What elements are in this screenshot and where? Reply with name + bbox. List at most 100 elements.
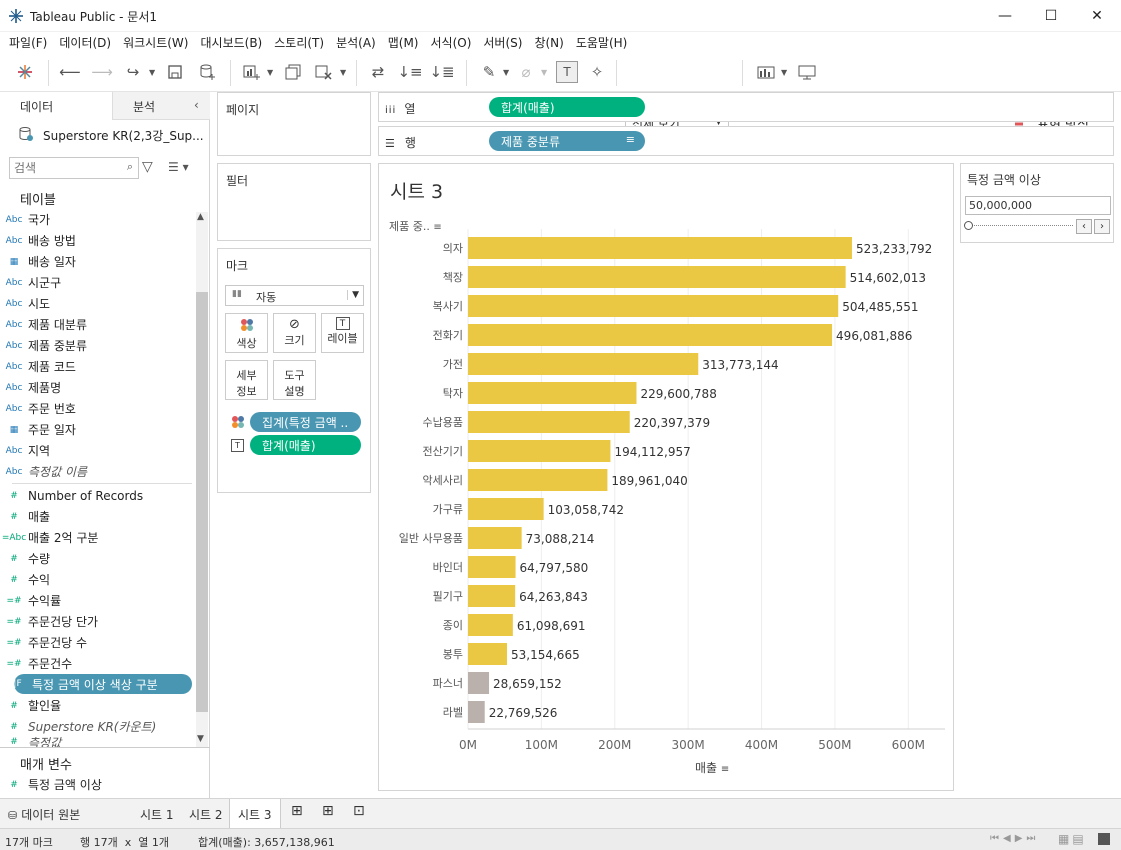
duplicate-sheet-icon[interactable]	[282, 61, 304, 83]
new-datasource-icon[interactable]	[196, 61, 218, 83]
redo-icon[interactable]: ⟶	[91, 61, 113, 83]
clear-sheet-icon[interactable]	[312, 61, 334, 83]
filters-card[interactable]: 필터	[217, 163, 371, 241]
sort-descending-icon[interactable]: ↓≣	[429, 61, 454, 83]
menu-story[interactable]: 스토리(T)	[269, 32, 329, 52]
bar[interactable]	[468, 295, 839, 317]
columns-pill[interactable]: 합계(매출)	[489, 97, 645, 117]
category-label[interactable]: 의자	[443, 242, 463, 255]
save-icon[interactable]	[164, 61, 186, 83]
replay-icon[interactable]: ↪	[122, 61, 144, 83]
size-mark-button[interactable]: ⊘ 크기	[273, 313, 316, 353]
parameter-value-input[interactable]: 50,000,000	[965, 196, 1111, 215]
field-price-per-order[interactable]: =# 주문건당 단가	[0, 611, 196, 632]
columns-shelf[interactable]: iii 열 합계(매출)	[378, 92, 1114, 122]
mark-type-dropdown[interactable]: ▮▮ 자동 ▼	[225, 285, 364, 306]
search-input[interactable]	[14, 159, 114, 177]
category-label[interactable]: 필기구	[433, 590, 463, 603]
tab-datasource[interactable]: ⛁ 데이터 원본	[0, 799, 130, 829]
parameter-decrement-button[interactable]: ‹	[1076, 219, 1092, 234]
category-label[interactable]: 수납용품	[423, 416, 463, 429]
color-mark-button[interactable]: 색상	[225, 313, 268, 353]
collapse-pane-icon[interactable]: ‹	[194, 98, 199, 112]
category-label[interactable]: 파스너	[433, 677, 463, 690]
category-label[interactable]: 전산기기	[423, 445, 463, 458]
group-members-icon[interactable]: ⌀	[515, 61, 537, 83]
param-threshold[interactable]: # 특정 금액 이상	[0, 774, 196, 795]
label-mark-button[interactable]: T 레이블	[321, 313, 364, 353]
new-dashboard-icon[interactable]: ⊞	[314, 799, 342, 829]
field-country[interactable]: Abc 국가	[0, 209, 196, 230]
fields-scrollbar-thumb[interactable]	[196, 292, 208, 712]
field-ship-date[interactable]: ▦ 배송 일자	[0, 251, 196, 272]
menu-file[interactable]: 파일(F)	[4, 32, 52, 52]
menu-server[interactable]: 서버(S)	[478, 32, 527, 52]
field-measure-values[interactable]: # 측정값	[0, 737, 196, 747]
field-product-name[interactable]: Abc 제품명	[0, 377, 196, 398]
bar[interactable]	[468, 527, 522, 549]
field-order-id[interactable]: Abc 주문 번호	[0, 398, 196, 419]
fix-axes-icon[interactable]: ✧	[586, 61, 608, 83]
bar[interactable]	[468, 556, 516, 578]
field-subcategory[interactable]: Abc 제품 중분류	[0, 335, 196, 356]
scroll-up-icon[interactable]: ▲	[197, 212, 204, 222]
close-button[interactable]: ✕	[1074, 0, 1120, 32]
menu-dashboard[interactable]: 대시보드(B)	[195, 32, 267, 52]
scroll-down-icon[interactable]: ▼	[197, 734, 204, 744]
menu-map[interactable]: 맵(M)	[383, 32, 424, 52]
filter-icon[interactable]: ▽	[142, 159, 153, 175]
menu-worksheet[interactable]: 워크시트(W)	[118, 32, 193, 52]
rows-pill[interactable]: 제품 중분류 ≡	[489, 131, 645, 151]
bar[interactable]	[468, 237, 852, 259]
page-navigation-icons[interactable]: ⏮◀▶⏭	[990, 833, 1039, 844]
bar[interactable]	[468, 324, 833, 346]
category-label[interactable]: 전화기	[433, 329, 463, 342]
field-profit[interactable]: # 수익	[0, 569, 196, 590]
tableau-home-icon[interactable]	[14, 61, 36, 83]
parameter-slider-track[interactable]	[969, 225, 1073, 226]
tooltip-mark-button[interactable]: 도구 설명	[273, 360, 316, 400]
bar[interactable]	[468, 672, 490, 694]
new-worksheet-icon[interactable]	[240, 61, 262, 83]
show-cards-icon[interactable]	[755, 61, 777, 83]
field-quantity[interactable]: # 수량	[0, 548, 196, 569]
field-qty-per-order[interactable]: =# 주문건당 수	[0, 632, 196, 653]
new-worksheet-icon[interactable]: ⊞	[283, 799, 311, 829]
rows-shelf[interactable]: ☰ 행 제품 중분류 ≡	[378, 126, 1114, 156]
swap-rows-columns-icon[interactable]: ⇄	[367, 61, 389, 83]
bar[interactable]	[468, 440, 611, 462]
marks-label-pill[interactable]: 합계(매출)	[250, 435, 361, 455]
menu-format[interactable]: 서식(O)	[426, 32, 477, 52]
menu-analysis[interactable]: 분석(A)	[331, 32, 381, 52]
category-label[interactable]: 일반 사무용품	[399, 531, 463, 545]
highlight-icon[interactable]: ✎	[478, 61, 500, 83]
marks-color-pill[interactable]: 집계(특정 금액 ..	[250, 412, 361, 432]
undo-icon[interactable]: ⟵	[59, 61, 81, 83]
field-sales[interactable]: # 매출	[0, 506, 196, 527]
category-label[interactable]: 악세사리	[423, 474, 463, 487]
category-label[interactable]: 가전	[443, 358, 463, 371]
category-label[interactable]: 라벨	[443, 706, 463, 719]
maximize-button[interactable]: ☐	[1028, 0, 1074, 32]
sort-ascending-icon[interactable]: ↓≡	[397, 61, 422, 83]
field-discount[interactable]: # 할인율	[0, 695, 196, 716]
category-label[interactable]: 종이	[443, 619, 463, 632]
bar[interactable]	[468, 585, 516, 607]
view-options-icon[interactable]: ☰ ▾	[168, 160, 189, 174]
field-city[interactable]: Abc 시군구	[0, 272, 196, 293]
field-ship-mode[interactable]: Abc 배송 방법	[0, 230, 196, 251]
view-mode-icons[interactable]: ▦▤	[1058, 832, 1087, 846]
new-story-icon[interactable]: ⊡	[345, 799, 373, 829]
parameter-slider-handle[interactable]	[964, 221, 973, 230]
field-order-count[interactable]: =# 주문건수	[0, 653, 196, 674]
field-record-count[interactable]: # Superstore KR(카운트)	[0, 716, 196, 737]
tab-sheet-1[interactable]: 시트 1	[132, 799, 182, 829]
category-label[interactable]: 가구류	[433, 503, 463, 516]
tab-data[interactable]: 데이터	[0, 92, 112, 120]
tab-sheet-2[interactable]: 시트 2	[181, 799, 231, 829]
field-measure-names[interactable]: Abc 측정값 이름	[0, 461, 196, 482]
bar[interactable]	[468, 411, 630, 433]
field-category[interactable]: Abc 제품 대분류	[0, 314, 196, 335]
category-label[interactable]: 봉투	[443, 648, 463, 661]
field-province[interactable]: Abc 시도	[0, 293, 196, 314]
